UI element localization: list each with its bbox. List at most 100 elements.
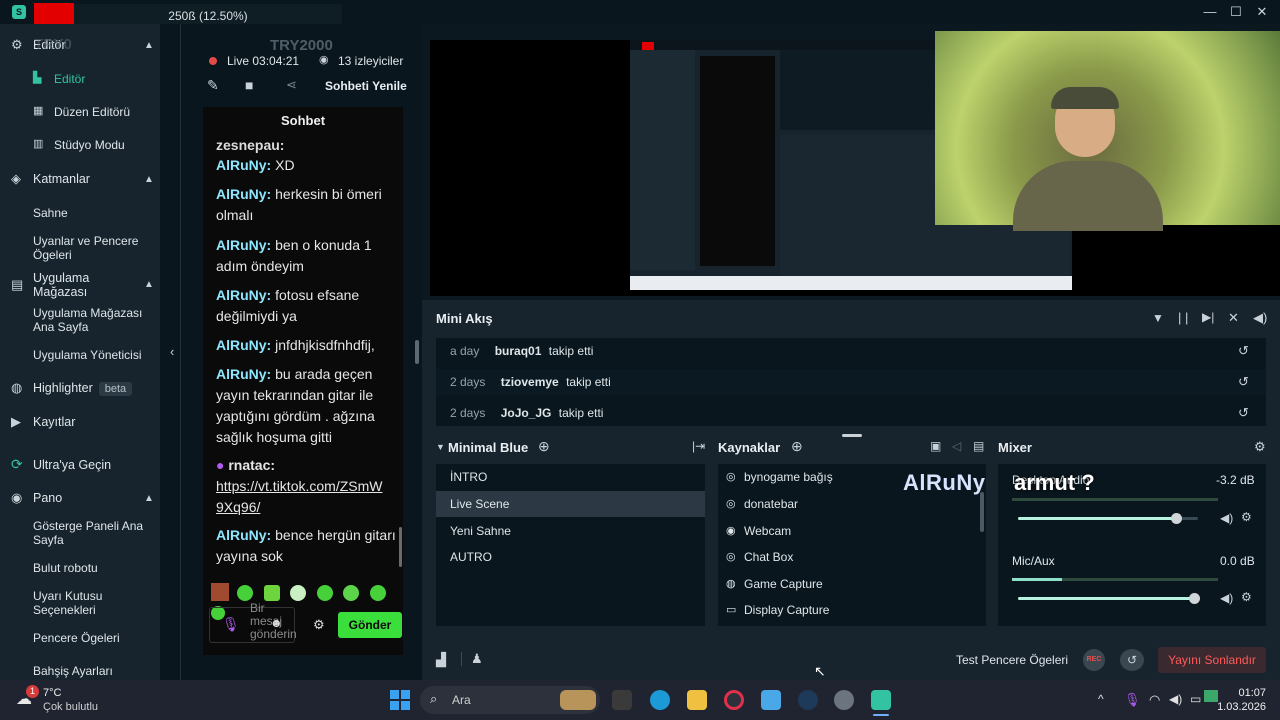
emote-icon[interactable] xyxy=(343,585,360,601)
scene-item-selected[interactable]: Live Scene xyxy=(436,491,705,517)
add-folder-icon[interactable]: ▤ xyxy=(973,439,984,453)
wifi-icon[interactable]: ◠ xyxy=(1149,692,1160,708)
chevron-up-icon[interactable]: ▲ xyxy=(144,174,154,185)
chat-username[interactable]: AlRuNy: xyxy=(216,287,271,303)
stats-icon[interactable]: ▟ xyxy=(436,652,446,668)
chat-username[interactable]: AlRuNy: xyxy=(216,366,271,382)
feed-user[interactable]: JoJo_JG xyxy=(501,406,552,420)
scene-item[interactable]: İNTRO xyxy=(436,464,705,490)
sidebar-item-tip-settings[interactable]: Bahşiş Ayarları xyxy=(33,664,113,678)
chat-input[interactable]: 🎙 Bir mesaj gönderin ☻ xyxy=(209,602,297,643)
folder-icon[interactable]: ▣ xyxy=(930,439,941,453)
close-icon[interactable]: ✕ xyxy=(1252,4,1272,20)
emote-icon[interactable] xyxy=(369,585,386,601)
sidebar-item-dashboard-home[interactable]: Gösterge Paneli Ana Sayfa xyxy=(33,519,151,547)
camera-icon[interactable]: ■ xyxy=(245,77,253,93)
sidebar-item-cloudbot[interactable]: Bulut robotu xyxy=(33,561,98,575)
replay-icon[interactable]: ↺ xyxy=(1238,400,1249,426)
replay-icon[interactable]: ↺ xyxy=(1238,369,1249,395)
chat-link[interactable]: https://vt.tiktok.com/ZSmW9Xq96/ xyxy=(216,476,386,518)
chevron-up-icon[interactable]: ▲ xyxy=(144,279,154,290)
windows-start-icon[interactable] xyxy=(390,690,410,710)
chat-scrollbar[interactable] xyxy=(399,527,402,567)
taskbar-search[interactable]: ⌕ Ara xyxy=(420,686,600,714)
emote-icon[interactable] xyxy=(263,585,280,601)
chat-username[interactable]: rnatac: xyxy=(228,457,275,473)
chat-username[interactable]: AlRuNy: xyxy=(216,186,271,202)
battery-icon[interactable]: ▭ xyxy=(1190,692,1201,706)
end-stream-button[interactable]: Yayını Sonlandır xyxy=(1158,647,1266,673)
refresh-chat-button[interactable]: Sohbeti Yenile xyxy=(325,79,407,93)
scene-collection-title[interactable]: Minimal Blue xyxy=(448,440,528,455)
mute-alerts-icon[interactable]: ✕ xyxy=(1228,310,1239,326)
resize-handle[interactable] xyxy=(842,434,862,437)
share-icon[interactable]: ⋖ xyxy=(286,77,297,93)
send-button[interactable]: Gönder xyxy=(338,612,402,638)
speaker-icon[interactable]: ◁ xyxy=(952,439,961,453)
rec-button[interactable]: REC xyxy=(1083,649,1105,671)
pencil-icon[interactable]: ✎ xyxy=(207,77,219,94)
steam-icon[interactable] xyxy=(798,690,818,710)
replay-buffer-icon[interactable]: ↺ xyxy=(1120,649,1144,671)
filter-icon[interactable]: ▼ xyxy=(1152,311,1164,325)
weather-desc[interactable]: Çok bulutlu xyxy=(43,701,98,713)
feed-user[interactable]: tziovemye xyxy=(501,375,559,389)
volume-slider-knob[interactable] xyxy=(1171,513,1183,524)
test-widgets-button[interactable]: Test Pencere Ögeleri xyxy=(956,653,1068,667)
source-item[interactable]: ▭ Display Capture xyxy=(718,597,986,623)
bell-icon[interactable]: ♟ xyxy=(471,651,483,667)
sidebar-item-app-manager[interactable]: Uygulama Yöneticisi xyxy=(33,348,142,362)
minimize-icon[interactable]: — xyxy=(1200,4,1220,20)
sidebar-item-alerts-widgets[interactable]: Uyanlar ve Pencere Ögeleri xyxy=(33,234,148,262)
chevron-up-icon[interactable]: ▲ xyxy=(144,40,154,51)
chat-username[interactable]: AlRuNy: xyxy=(216,337,271,353)
sidebar-item-app-store-home[interactable]: Uygulama Mağazası Ana Sayfa xyxy=(33,306,153,334)
notepad-icon[interactable] xyxy=(761,690,781,710)
emote-icon[interactable] xyxy=(211,583,229,601)
collapse-chevron-icon[interactable]: ‹ xyxy=(170,344,174,359)
weather-temp[interactable]: 7°C xyxy=(43,687,61,699)
streamlabs-icon[interactable] xyxy=(871,690,891,710)
scene-item[interactable]: AUTRO xyxy=(436,544,705,570)
sidebar-section-layers[interactable]: Katmanlar xyxy=(33,172,90,186)
sidebar-item-ultra[interactable]: Ultra'ya Geçin xyxy=(33,458,111,472)
sidebar-item-editor[interactable]: Editör xyxy=(54,72,85,86)
sidebar-item-highlighter[interactable]: Highlighter beta xyxy=(33,381,133,396)
add-scene-icon[interactable]: ⊕ xyxy=(538,438,550,455)
sources-scrollbar[interactable] xyxy=(980,492,984,532)
volume-slider-knob[interactable] xyxy=(1189,593,1201,604)
chevron-down-icon[interactable]: ▼ xyxy=(436,442,445,452)
panel-resize-handle[interactable] xyxy=(415,340,419,364)
volume-tray-icon[interactable]: ◀) xyxy=(1169,692,1182,706)
chat-username[interactable]: AlRuNy: xyxy=(216,237,271,253)
tray-mic-icon[interactable]: 🎙 xyxy=(1124,692,1141,708)
volume-slider[interactable] xyxy=(1018,513,1198,524)
tray-chevron-icon[interactable]: ^ xyxy=(1098,692,1104,706)
source-item[interactable]: ◍ Game Capture xyxy=(718,571,986,597)
volume-slider[interactable] xyxy=(1018,593,1201,604)
source-item[interactable]: ◎ Chat Box xyxy=(718,544,986,570)
speaker-icon[interactable]: ◀) xyxy=(1220,591,1233,605)
skip-icon[interactable]: ▶| xyxy=(1202,310,1214,324)
sidebar-item-alertbox-settings[interactable]: Uyarı Kutusu Seçenekleri xyxy=(33,589,133,617)
sidebar-item-widgets[interactable]: Pencere Ögeleri xyxy=(33,631,120,645)
emote-icon[interactable] xyxy=(290,585,307,601)
sidebar-item-scene[interactable]: Sahne xyxy=(33,206,68,220)
sidebar-section-dashboard[interactable]: Pano xyxy=(33,491,62,505)
scene-item[interactable]: Yeni Sahne xyxy=(436,518,705,544)
add-source-icon[interactable]: ⊕ xyxy=(791,438,803,455)
speaker-icon[interactable]: ◀) xyxy=(1220,511,1233,525)
clock-time[interactable]: 01:07 xyxy=(1214,687,1266,699)
feed-user[interactable]: buraq01 xyxy=(495,344,542,358)
chat-settings-icon[interactable]: ⚙ xyxy=(313,617,325,633)
opera-icon[interactable] xyxy=(724,690,744,710)
emote-icon[interactable] xyxy=(237,585,254,601)
clock-date[interactable]: 1.03.2026 xyxy=(1214,701,1266,713)
sidebar-section-app-store[interactable]: Uygulama Mağazası xyxy=(33,271,113,299)
task-view-icon[interactable] xyxy=(612,690,632,710)
mic-icon[interactable]: 🎙 xyxy=(222,616,240,633)
edge-icon[interactable] xyxy=(650,690,670,710)
file-explorer-icon[interactable] xyxy=(687,690,707,710)
chevron-up-icon[interactable]: ▲ xyxy=(144,493,154,504)
emote-icon[interactable] xyxy=(316,585,333,601)
